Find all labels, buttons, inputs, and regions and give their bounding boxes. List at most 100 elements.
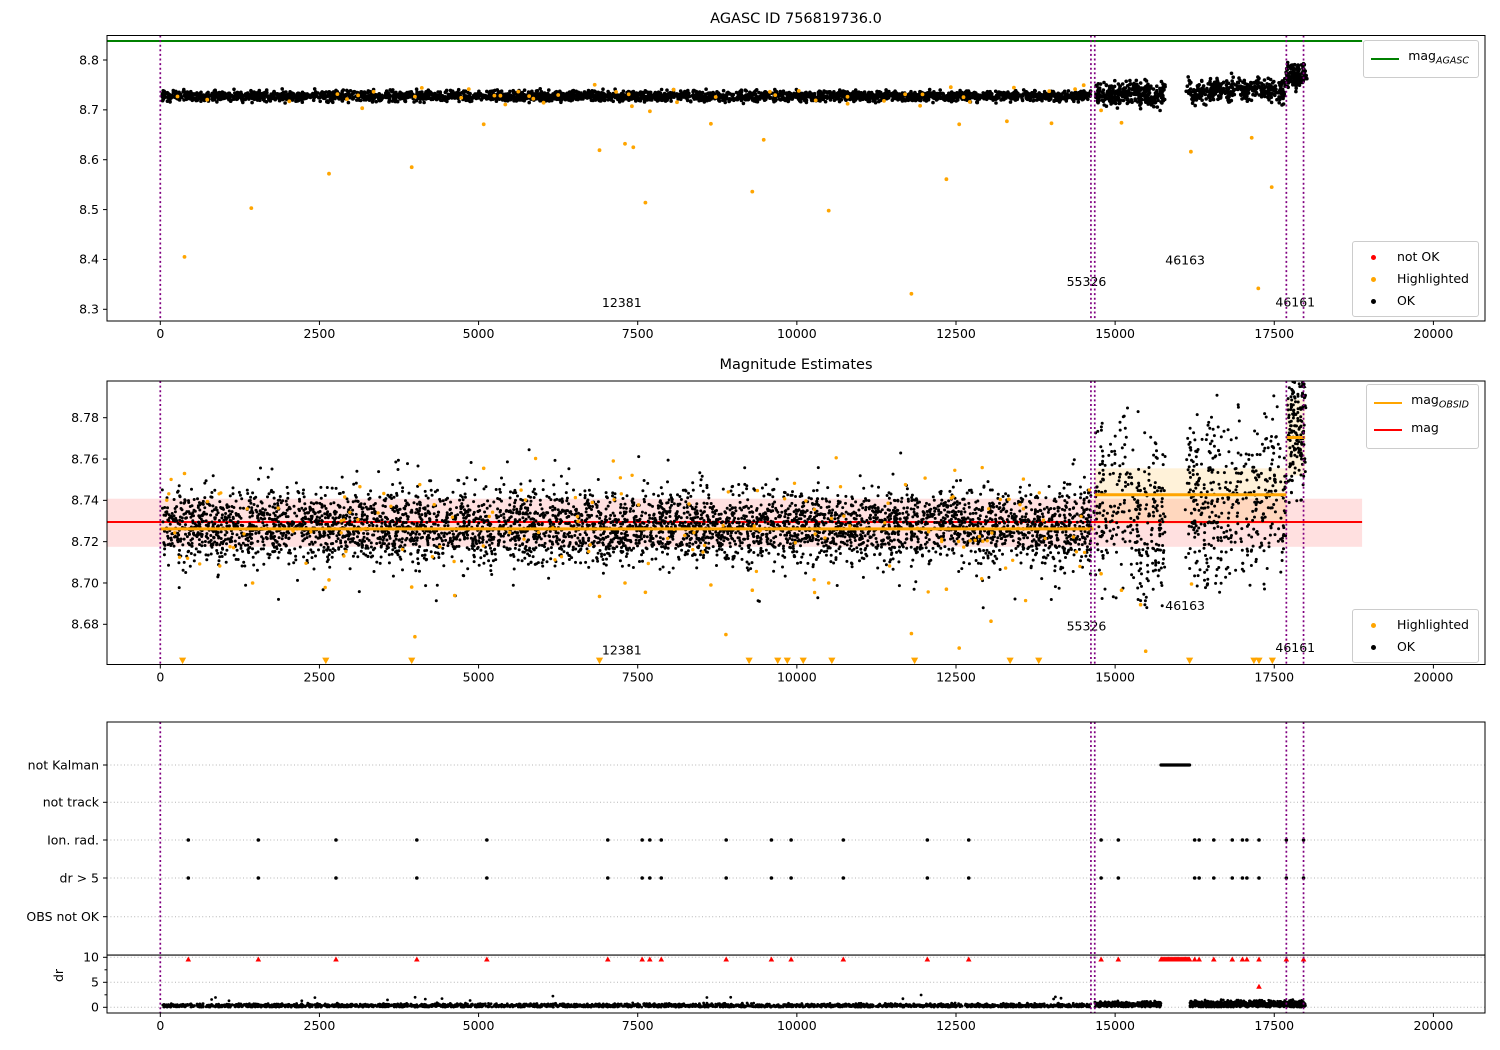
obsid-annotation: 55326 <box>1067 618 1107 633</box>
not-ok-marker <box>639 956 645 962</box>
x-tick-label: 20000 <box>1414 326 1454 341</box>
y-tick-label: 8.5 <box>79 202 99 217</box>
clipped-low-marker <box>1268 657 1276 665</box>
x-tick-label: 5000 <box>463 326 495 341</box>
x-tick-label: 0 <box>156 670 164 685</box>
dr-ok-points <box>1188 998 1307 1009</box>
x-tick-label: 10000 <box>777 326 817 341</box>
x-tick-label: 17500 <box>1254 326 1294 341</box>
not-ok-dot-swatch <box>1358 254 1390 260</box>
x-tick-label: 15000 <box>1095 1018 1135 1033</box>
y-tick-label: 8.74 <box>71 493 99 508</box>
legend-label: Highlighted <box>1396 617 1469 632</box>
x-tick-label: 10000 <box>777 1018 817 1033</box>
not-ok-marker <box>788 956 794 962</box>
y-tick-label: 8.6 <box>79 152 99 167</box>
clipped-low-marker <box>1255 657 1263 665</box>
x-tick-label: 12500 <box>936 1018 976 1033</box>
x-tick-label: 0 <box>156 1018 164 1033</box>
ok-points <box>1284 60 1309 94</box>
not-ok-marker <box>604 956 611 962</box>
legend-label: OK <box>1396 639 1415 654</box>
legend-item-not-ok: not OK <box>1358 246 1469 268</box>
legend-label: OK <box>1396 293 1415 308</box>
not-ok-marker <box>1196 956 1202 962</box>
clipped-low-marker <box>911 657 919 665</box>
mag-agasc-line-swatch <box>1369 57 1401 60</box>
clipped-low-marker <box>322 657 330 665</box>
flag-event-points <box>186 838 1306 880</box>
not-ok-marker <box>1256 983 1262 989</box>
legend-item-highlighted: Highlighted <box>1358 268 1469 290</box>
obsid-annotation: 46163 <box>1165 598 1205 613</box>
dr-ok-points <box>210 993 1063 1003</box>
legend-label: Highlighted <box>1396 271 1469 286</box>
legend-mag-agasc: magAGASC <box>1363 40 1479 78</box>
legend-item-highlighted: Highlighted <box>1358 614 1469 636</box>
plot-area-2 <box>107 763 1485 1009</box>
obsid-annotation: 46163 <box>1165 252 1205 267</box>
not-ok-marker <box>924 956 931 962</box>
clipped-low-marker <box>178 657 187 665</box>
highlighted-dot-swatch <box>1358 622 1390 628</box>
y-tick-label: 8.4 <box>79 252 99 267</box>
x-tick-label: 7500 <box>622 670 654 685</box>
dr-tick-label: 10 <box>83 950 99 965</box>
y-tick-label: 8.72 <box>71 534 99 549</box>
chart1-title: AGASC ID 756819736.0 <box>710 11 882 27</box>
mag-obsid-line-swatch <box>1372 401 1404 404</box>
not-ok-marker <box>414 956 420 962</box>
flag-row-label: OBS not OK <box>26 909 99 924</box>
mag-line-swatch <box>1372 429 1404 432</box>
y-tick-label: 8.68 <box>71 617 99 632</box>
not-ok-marker <box>1191 956 1198 962</box>
x-tick-label: 17500 <box>1254 1018 1294 1033</box>
x-tick-label: 10000 <box>777 670 817 685</box>
x-tick-label: 12500 <box>936 670 976 685</box>
clipped-low-marker <box>408 657 416 665</box>
y-tick-label: 8.7 <box>79 102 99 117</box>
x-tick-label: 7500 <box>622 326 654 341</box>
ok-points <box>1094 77 1167 113</box>
obsid-annotation: 55326 <box>1067 274 1107 289</box>
obsid-annotation: 12381 <box>602 642 642 657</box>
clipped-low-marker <box>799 657 807 665</box>
clipped-low-marker <box>774 657 782 665</box>
plots-canvas: 8.3 8.4 8.5 8.6 8.7 8.8 12381 55326 46163 46161 0 2… <box>26 35 1486 1033</box>
not-ok-marker <box>333 956 339 962</box>
obsid-annotation: 12381 <box>602 295 642 310</box>
flag-row-label: dr > 5 <box>60 870 99 885</box>
y-tick-label: 8.76 <box>71 451 99 466</box>
x-tick-label: 20000 <box>1414 1018 1454 1033</box>
not-ok-dr-points <box>185 956 1307 989</box>
clipped-low-marker <box>1186 657 1194 665</box>
highlighted-dot-swatch <box>1358 276 1390 282</box>
legend-label: mag <box>1411 419 1439 435</box>
clipped-low-marker <box>595 657 604 665</box>
axes-frame <box>106 721 1486 1014</box>
chart2-title: Magnitude Estimates <box>719 357 873 373</box>
x-tick-label: 15000 <box>1095 670 1135 685</box>
legend-label: magAGASC <box>1408 48 1469 67</box>
highlighted-outlier-points <box>182 108 1274 296</box>
x-tick-label: 15000 <box>1095 326 1135 341</box>
dr-ok-points <box>161 1001 1093 1009</box>
not-ok-marker <box>1229 956 1236 962</box>
x-tick-label: 0 <box>156 326 164 341</box>
x-tick-label: 17500 <box>1254 670 1294 685</box>
flag-row-label: Ion. rad. <box>47 832 99 847</box>
legend-label: magOBSID <box>1411 392 1469 411</box>
not-ok-marker <box>658 956 665 962</box>
x-tick-label: 2500 <box>304 326 336 341</box>
not-ok-marker <box>768 956 775 962</box>
x-tick-label: 20000 <box>1414 670 1454 685</box>
dr-ok-points <box>1093 999 1163 1009</box>
flag-row-label: not Kalman <box>28 757 99 772</box>
y-tick-label: 8.70 <box>71 575 99 590</box>
not-ok-marker <box>1098 956 1104 962</box>
not-ok-marker <box>723 956 729 962</box>
ok-dot-swatch <box>1358 644 1390 650</box>
not-ok-marker <box>185 956 192 962</box>
dr-tick-label: 0 <box>91 1000 99 1015</box>
axes-frame <box>106 35 1486 322</box>
